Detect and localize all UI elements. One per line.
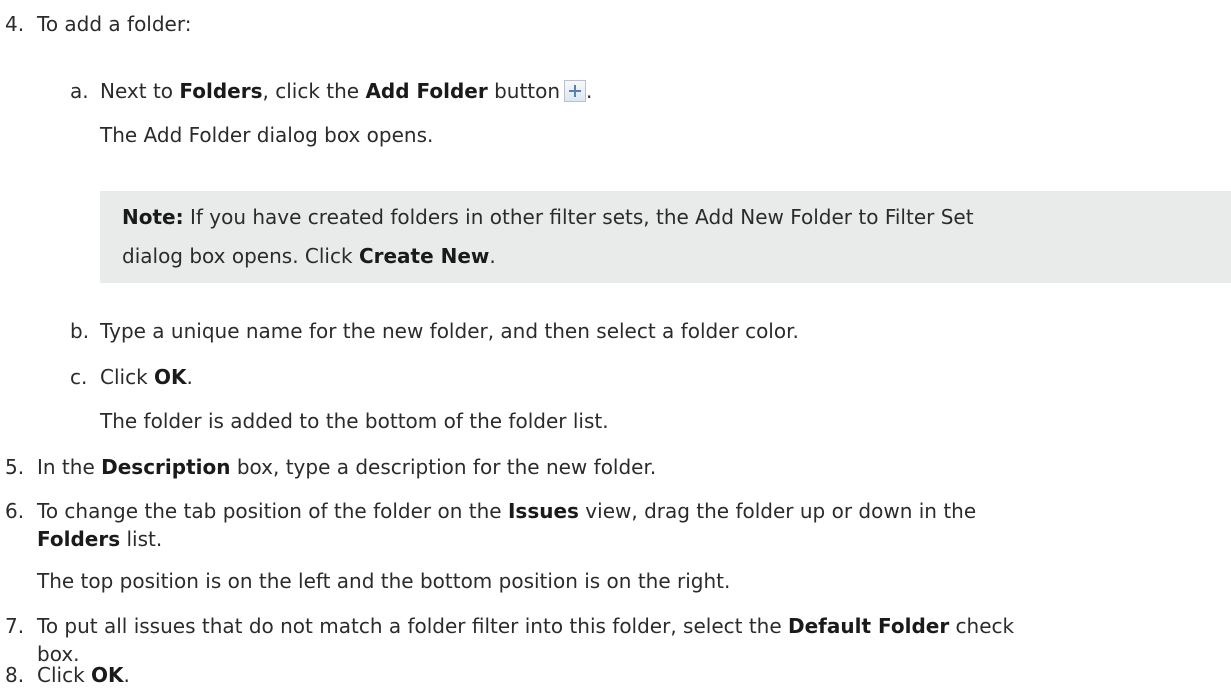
substep-letter: c. (70, 365, 88, 389)
step-text: To add a folder: (37, 12, 192, 36)
step-number: 8. (5, 663, 25, 687)
add-folder-label: Add Folder (365, 79, 488, 103)
step-number: 5. (5, 455, 25, 479)
note-box: Note: If you have created folders in oth… (100, 191, 1231, 283)
add-folder-icon (564, 80, 587, 102)
substep-letter: b. (70, 319, 90, 343)
step-number: 4. (5, 12, 25, 36)
description-label: Description (101, 455, 231, 479)
step-text: To put all issues that do not match a fo… (37, 614, 1015, 638)
note-label: Note: (122, 205, 184, 229)
ok-label: OK (154, 365, 187, 389)
substep-letter: a. (70, 79, 89, 103)
step-6-line-2: Folders list. (37, 527, 163, 551)
step-text: To change the tab position of the folder… (37, 499, 977, 523)
note-line-2: dialog box opens. Click Create New. (122, 244, 496, 268)
step-text: Click OK. (37, 663, 130, 687)
substep-text: Type a unique name for the new folder, a… (100, 319, 799, 343)
substep-a-result: The Add Folder dialog box opens. (100, 123, 434, 147)
step-number: 7. (5, 614, 25, 638)
ok-label: OK (91, 663, 124, 687)
default-folder-label: Default Folder (788, 614, 950, 638)
step-number: 6. (5, 499, 25, 523)
substep-c-result: The folder is added to the bottom of the… (100, 409, 609, 433)
step-text: In the Description box, type a descripti… (37, 455, 657, 479)
step-6-result: The top position is on the left and the … (37, 569, 731, 593)
substep-text: Click OK. (100, 365, 193, 389)
folders-label: Folders (179, 79, 263, 103)
create-new-label: Create New (358, 244, 490, 268)
folders-label: Folders (37, 527, 121, 551)
note-line-1: Note: If you have created folders in oth… (122, 205, 974, 229)
issues-label: Issues (507, 499, 579, 523)
substep-text: Next to Folders, click the Add Folder bu… (100, 79, 593, 103)
